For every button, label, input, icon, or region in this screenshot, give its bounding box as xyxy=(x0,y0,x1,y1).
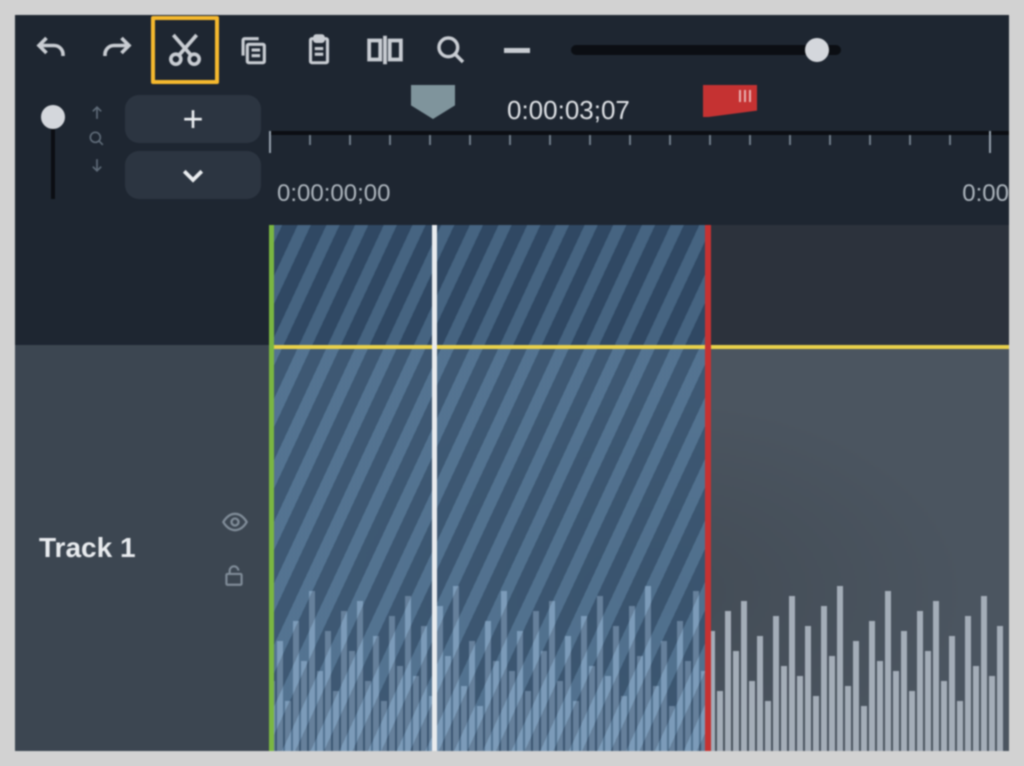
track-header[interactable]: Track 1 xyxy=(15,225,269,751)
ruler-baseline xyxy=(269,131,1009,135)
add-track-button[interactable]: + xyxy=(125,95,261,143)
marker-red-line[interactable] xyxy=(705,225,711,751)
vertical-zoom-thumb[interactable] xyxy=(41,105,65,129)
chevron-down-icon xyxy=(178,160,208,190)
split-button[interactable] xyxy=(353,21,417,79)
time-ruler[interactable]: 0:00:03;07 0:00:00;00 0:00 xyxy=(269,85,1009,225)
playhead-line[interactable] xyxy=(432,225,437,751)
ruler-start-time: 0:00:00;00 xyxy=(277,180,390,208)
zoom-slider-thumb[interactable] xyxy=(805,38,829,62)
ruler-right-time: 0:00 xyxy=(962,180,1009,208)
plus-icon: + xyxy=(182,101,203,137)
vertical-zoom-icons xyxy=(73,85,121,225)
visibility-icon[interactable] xyxy=(221,508,249,536)
paste-button[interactable] xyxy=(287,21,351,79)
tracks-area: Track 1 xyxy=(15,225,1009,751)
copy-button[interactable] xyxy=(221,21,285,79)
zoom-button[interactable] xyxy=(419,21,483,79)
vertical-zoom-slider[interactable] xyxy=(51,129,55,199)
clip-start-edge[interactable] xyxy=(269,225,274,751)
marker-red[interactable] xyxy=(703,85,757,117)
track-lane[interactable] xyxy=(269,225,1009,751)
playhead-timecode: 0:00:03;07 xyxy=(507,95,630,126)
left-controls: + xyxy=(15,85,269,225)
timeline-editor: + 0:00:03;07 xyxy=(15,15,1009,751)
cut-button[interactable] xyxy=(151,16,219,84)
arrow-up-icon xyxy=(87,103,107,123)
lock-icon[interactable] xyxy=(221,562,247,588)
redo-button[interactable] xyxy=(85,21,149,79)
zoom-out-button[interactable] xyxy=(485,21,549,79)
audio-level-line[interactable] xyxy=(269,345,1009,349)
undo-button[interactable] xyxy=(19,21,83,79)
selection-region[interactable] xyxy=(269,225,709,751)
track-name-label: Track 1 xyxy=(39,532,136,564)
ruler-row: + 0:00:03;07 xyxy=(15,85,1009,225)
magnify-icon xyxy=(87,129,107,149)
playhead-indicator[interactable] xyxy=(411,85,455,119)
arrow-down-icon xyxy=(87,155,107,175)
toolbar xyxy=(15,15,1009,85)
expand-tracks-button[interactable] xyxy=(125,151,261,199)
zoom-slider[interactable] xyxy=(571,45,841,55)
minus-icon xyxy=(504,48,530,53)
